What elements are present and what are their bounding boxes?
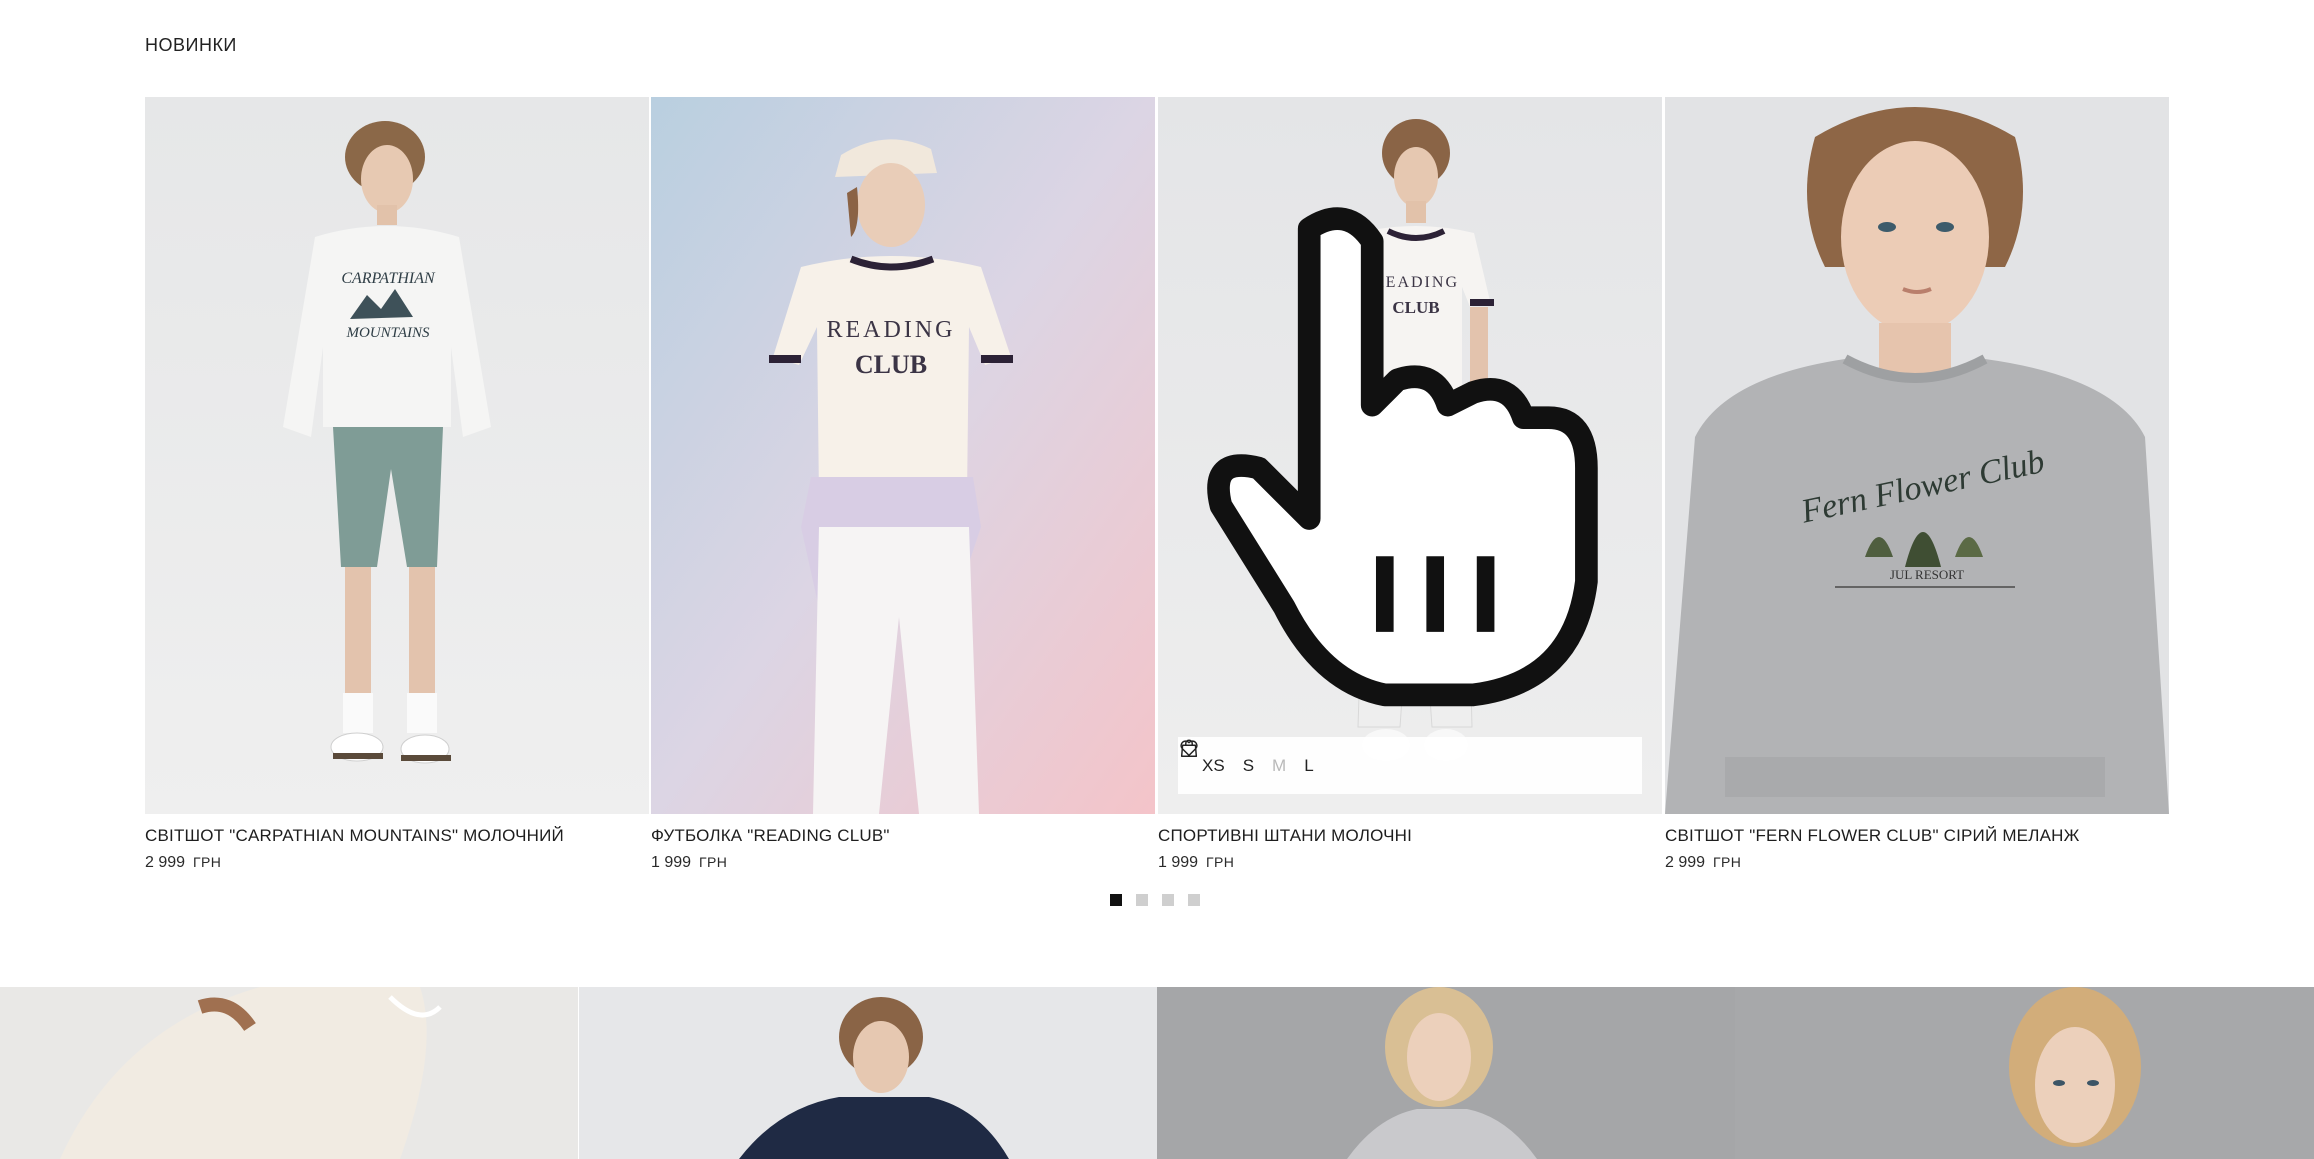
print-line: CLUB: [855, 350, 927, 379]
print-line: MOUNTAINS: [345, 325, 430, 341]
price-value: 1 999: [651, 854, 692, 871]
carousel-pagination: [1110, 894, 1200, 906]
price-value: 2 999: [1665, 854, 1706, 871]
product-price: 2 999 ГРН: [145, 854, 649, 872]
lookbook-tile[interactable]: [1735, 987, 2314, 1159]
product-price: 1 999 ГРН: [1158, 854, 1662, 872]
price-currency: ГРН: [1713, 854, 1742, 870]
product-card[interactable]: Fern Flower Club JUL RESORT СВІТШОТ "FER…: [1665, 97, 2169, 872]
price-currency: ГРН: [1206, 854, 1235, 870]
product-image[interactable]: READING CLUB: [651, 97, 1155, 814]
product-title[interactable]: СПОРТИВНІ ШТАНИ МОЛОЧНІ: [1158, 826, 1662, 846]
lookbook-tile[interactable]: [579, 987, 1157, 1159]
section-title: НОВИНКИ: [145, 35, 237, 55]
price-currency: ГРН: [699, 854, 728, 870]
lookbook-tile[interactable]: [0, 987, 578, 1159]
product-image[interactable]: READING CLUB XS S M L: [1158, 97, 1662, 814]
product-card[interactable]: CARPATHIAN MOUNTAINS СВІТШОТ "CARPATHIAN…: [145, 97, 649, 872]
pagination-dot-2[interactable]: [1136, 894, 1148, 906]
price-value: 1 999: [1158, 854, 1199, 871]
product-price: 2 999 ГРН: [1665, 854, 2169, 872]
product-card[interactable]: READING CLUB XS S M L СПОРТИВНІ ШТАНИ МО…: [1158, 97, 1662, 872]
product-price: 1 999 ГРН: [651, 854, 1155, 872]
new-arrivals-carousel: CARPATHIAN MOUNTAINS СВІТШОТ "CARPATHIAN…: [145, 97, 2169, 887]
print-line: JUL RESORT: [1890, 567, 1964, 582]
product-card[interactable]: READING CLUB ФУТБОЛКА "READING CLUB" 1 9…: [651, 97, 1155, 872]
price-value: 2 999: [145, 854, 186, 871]
product-title[interactable]: СВІТШОТ "CARPATHIAN MOUNTAINS" МОЛОЧНИЙ: [145, 826, 649, 846]
product-image[interactable]: Fern Flower Club JUL RESORT: [1665, 97, 2169, 814]
hand-cursor-icon: [1207, 207, 1598, 707]
lookbook-strip: [0, 987, 2314, 1159]
lookbook-tile[interactable]: [1157, 987, 1735, 1159]
pagination-dot-3[interactable]: [1162, 894, 1174, 906]
price-currency: ГРН: [193, 854, 222, 870]
print-line: CARPATHIAN: [341, 270, 436, 287]
pagination-dot-4[interactable]: [1188, 894, 1200, 906]
product-image[interactable]: CARPATHIAN MOUNTAINS: [145, 97, 649, 814]
print-line: READING: [827, 317, 956, 343]
product-title[interactable]: ФУТБОЛКА "READING CLUB": [651, 826, 1155, 846]
pagination-dot-1[interactable]: [1110, 894, 1122, 906]
product-title[interactable]: СВІТШОТ "FERN FLOWER CLUB" СІРИЙ МЕЛАНЖ: [1665, 826, 2169, 846]
